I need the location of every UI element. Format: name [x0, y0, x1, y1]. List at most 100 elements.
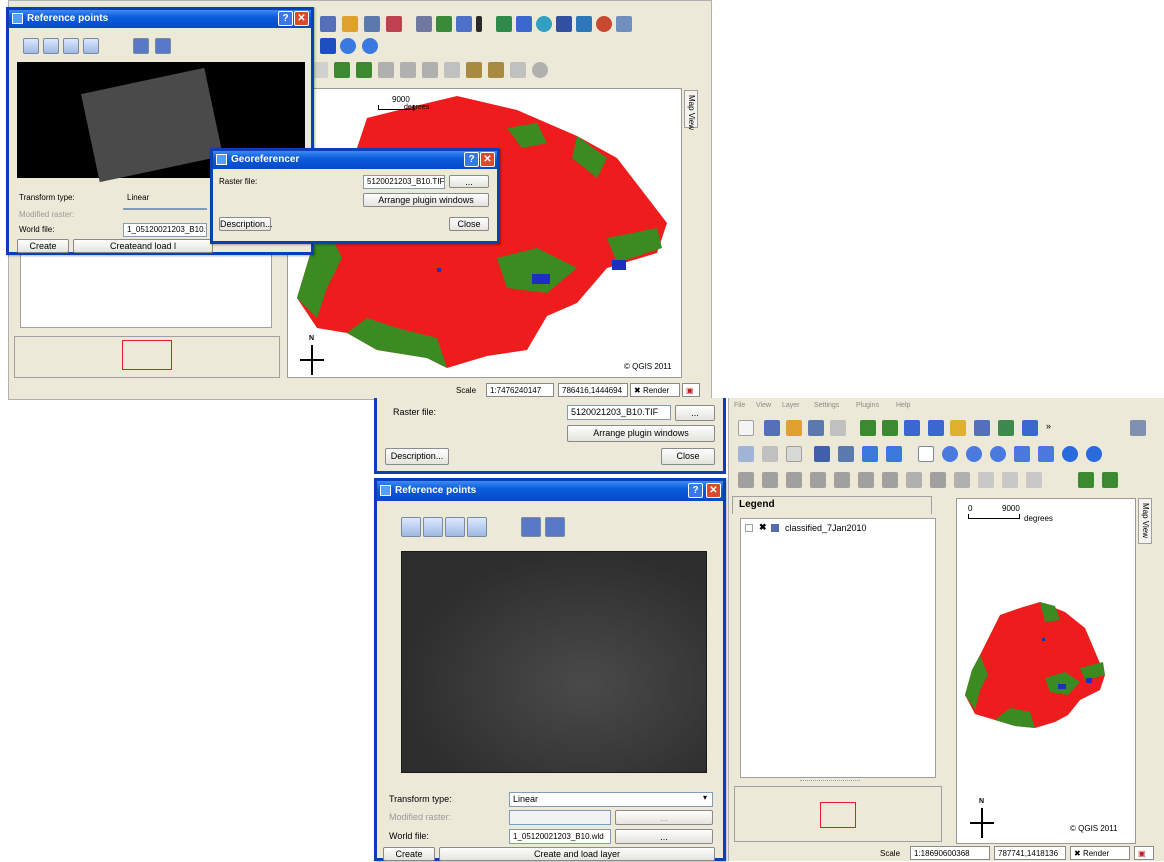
zoom-selection-icon[interactable]	[1014, 446, 1030, 462]
zoom-next-icon[interactable]	[340, 38, 356, 54]
pan-icon[interactable]	[83, 38, 99, 54]
menu-settings[interactable]: Settings	[814, 402, 839, 409]
top-render-checkbox[interactable]: ✖ Render	[630, 383, 680, 397]
top-transform-type-select[interactable]: Linear	[123, 191, 183, 205]
toolbar-icon[interactable]	[738, 446, 754, 462]
toolbar-icon[interactable]	[356, 62, 372, 78]
menu-layer[interactable]: Layer	[782, 402, 800, 409]
bottom-create-load-button[interactable]: Create and load layer	[439, 847, 715, 861]
bottom-create-button[interactable]: Create	[383, 847, 435, 861]
top-close-button[interactable]: Close	[449, 217, 489, 231]
bottom-transform-type-select[interactable]: Linear	[509, 792, 713, 807]
top-map-view-tab[interactable]: Map View	[684, 90, 698, 130]
toolbar-icon[interactable]	[596, 16, 612, 32]
toolbar-icon[interactable]	[786, 446, 802, 462]
bottom-world-file-browse[interactable]: ...	[615, 829, 713, 844]
open-project-icon[interactable]	[764, 420, 780, 436]
toolbar-icon[interactable]	[466, 62, 482, 78]
toolbar-icon[interactable]	[516, 16, 532, 32]
toolbar-icon[interactable]	[510, 62, 526, 78]
menu-plugins[interactable]: Plugins	[856, 402, 879, 409]
toolbar-icon[interactable]	[536, 16, 552, 32]
top-world-file-field[interactable]: 1_05120021203_B10.wld	[123, 223, 207, 237]
toolbar-icon[interactable]	[998, 420, 1014, 436]
toolbar-icon[interactable]	[838, 446, 854, 462]
toolbar-icon[interactable]	[400, 62, 416, 78]
add-raster-icon[interactable]	[882, 420, 898, 436]
add-postgis-icon[interactable]	[904, 420, 920, 436]
toolbar-icon[interactable]	[436, 16, 452, 32]
menu-help[interactable]: Help	[896, 402, 910, 409]
top-projection-icon[interactable]: ▣	[682, 383, 700, 397]
toolbar-icon[interactable]	[762, 472, 778, 488]
toolbar-icon[interactable]	[974, 420, 990, 436]
bottom-render-checkbox[interactable]: ✖ Render	[1070, 846, 1130, 860]
add-vector-icon[interactable]	[860, 420, 876, 436]
zoom-out-icon[interactable]	[43, 38, 59, 54]
toolbar-icon[interactable]	[814, 446, 830, 462]
help-button[interactable]: ?	[278, 11, 293, 26]
toolbar-icon[interactable]	[444, 62, 460, 78]
add-point-icon[interactable]	[133, 38, 149, 54]
toolbar-icon[interactable]	[334, 62, 350, 78]
bottom-projection-icon[interactable]: ▣	[1134, 846, 1154, 860]
save-project-icon[interactable]	[786, 420, 802, 436]
toolbar-icon[interactable]	[378, 62, 394, 78]
top-modified-raster-field[interactable]	[123, 208, 207, 210]
delete-point-icon[interactable]	[545, 517, 565, 537]
new-project-icon[interactable]	[738, 420, 754, 436]
top-raster-browse-button[interactable]: ...	[449, 175, 489, 188]
bottom-description-button[interactable]: Description...	[385, 448, 449, 465]
toolbar-icon[interactable]	[616, 16, 632, 32]
toolbar-icon[interactable]	[834, 472, 850, 488]
top-description-button[interactable]: Description...	[219, 217, 273, 231]
toolbar-icon[interactable]	[386, 16, 402, 32]
expand-icon[interactable]	[745, 524, 753, 532]
toolbar-icon[interactable]	[320, 16, 336, 32]
zoom-last-icon[interactable]	[1062, 446, 1078, 462]
add-point-icon[interactable]	[521, 517, 541, 537]
zoom-out-icon[interactable]	[423, 517, 443, 537]
bottom-raster-browse-button[interactable]: ...	[675, 405, 715, 421]
add-wms-icon[interactable]	[928, 420, 944, 436]
toolbar-icon[interactable]	[858, 472, 874, 488]
menu-file[interactable]: File	[734, 402, 745, 409]
zoom-last-icon[interactable]	[362, 38, 378, 54]
toolbar-icon[interactable]	[862, 446, 878, 462]
zoom-out-icon[interactable]	[966, 446, 982, 462]
legend-layer-item[interactable]: ✖ classified_7Jan2010	[745, 522, 931, 537]
toolbar-icon[interactable]	[738, 472, 754, 488]
top-raster-file-field[interactable]: 5120021203_B10.TIF	[363, 175, 445, 189]
bottom-scale-value[interactable]: 1:18690600368	[910, 846, 990, 860]
toolbar-icon[interactable]	[422, 62, 438, 78]
add-vector-icon[interactable]	[1078, 472, 1094, 488]
toolbar-icon[interactable]	[1022, 420, 1038, 436]
zoom-in-icon[interactable]	[23, 38, 39, 54]
zoom-full-icon[interactable]	[990, 446, 1006, 462]
close-button[interactable]: ✕	[294, 11, 309, 26]
bottom-modified-raster-browse[interactable]: ...	[615, 810, 713, 825]
toolbar-icon[interactable]	[556, 16, 572, 32]
bottom-close-button[interactable]: Close	[661, 448, 715, 465]
bottom-world-file-field[interactable]: 1_05120021203_B10.wld	[509, 829, 611, 844]
add-raster-icon[interactable]	[1102, 472, 1118, 488]
bottom-map-view-tab[interactable]: Map View	[1138, 498, 1152, 544]
top-create-button[interactable]: Create	[17, 239, 69, 253]
toolbar-icon[interactable]	[950, 420, 966, 436]
zoom-extent-icon[interactable]	[63, 38, 79, 54]
pan-icon[interactable]	[467, 517, 487, 537]
toolbar-icon[interactable]	[488, 62, 504, 78]
toolbar-icon[interactable]	[416, 16, 432, 32]
print-icon[interactable]	[830, 420, 846, 436]
save-as-icon[interactable]	[808, 420, 824, 436]
chevron-down-icon[interactable]: ▾	[703, 793, 707, 802]
toolbar-icon[interactable]	[882, 472, 898, 488]
delete-point-icon[interactable]	[155, 38, 171, 54]
toolbar-icon[interactable]	[762, 446, 778, 462]
toolbar-icon[interactable]	[576, 16, 592, 32]
toolbar-icon[interactable]	[930, 472, 946, 488]
bottom-raster-file-field[interactable]: 5120021203_B10.TIF	[567, 405, 671, 420]
toolbar-icon[interactable]	[364, 16, 380, 32]
top-arrange-windows-button[interactable]: Arrange plugin windows	[363, 193, 489, 207]
close-button[interactable]: ✕	[480, 152, 495, 167]
